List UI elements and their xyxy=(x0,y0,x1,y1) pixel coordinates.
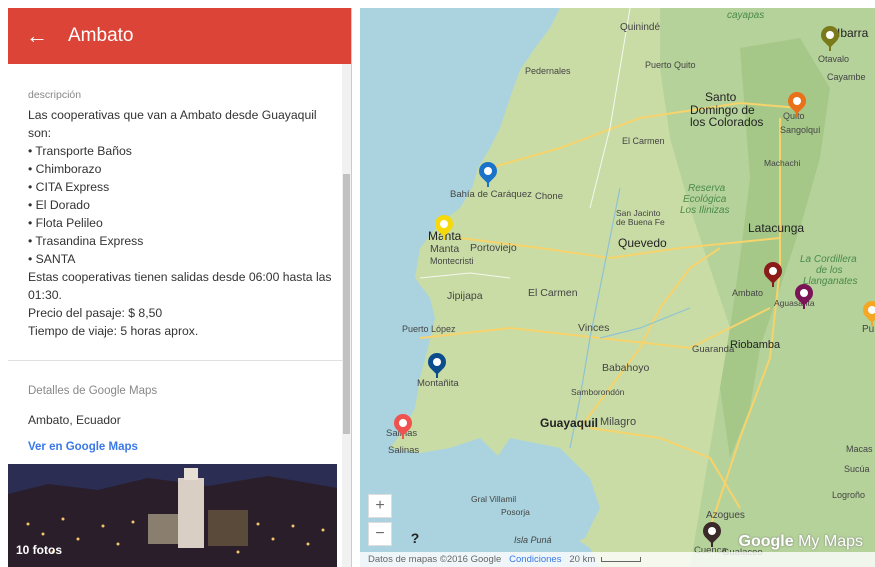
zoom-out-button[interactable]: − xyxy=(368,522,392,546)
help-button[interactable]: ? xyxy=(404,527,426,549)
map-label-ibarra: Ibarra xyxy=(837,26,869,40)
description-line: • Trasandina Express xyxy=(28,234,144,248)
map-scale: 20 km xyxy=(569,554,596,565)
top-bar xyxy=(0,0,875,8)
map-pin-manta[interactable] xyxy=(431,211,457,241)
map-label-quevedo: Quevedo xyxy=(618,236,667,250)
map-label-isla-puna: Isla Puná xyxy=(514,535,552,545)
map-canvas[interactable]: Quinindé Pedernales Puerto Quito Santo D… xyxy=(360,8,875,567)
description-line: Estas cooperativas tienen salidas desde … xyxy=(28,270,332,284)
map-label-el-carmen-south: El Carmen xyxy=(528,287,578,299)
map-label-otavalo: Otavalo xyxy=(818,54,850,64)
map-label-reserva-3: Los Ilinizas xyxy=(680,205,730,216)
map-label-logrono: Logroño xyxy=(832,490,866,500)
map-pin-bahia[interactable] xyxy=(475,158,501,188)
description-line: • Chimborazo xyxy=(28,162,102,176)
map-label-bahia: Bahía de Caráquez xyxy=(450,189,532,200)
map-pin-quito[interactable] xyxy=(784,88,810,118)
map-label-santo-domingo-1: Santo xyxy=(705,90,737,104)
map-label-milagro: Milagro xyxy=(600,416,637,428)
back-arrow-icon[interactable]: ← xyxy=(26,24,50,48)
description-line: son: xyxy=(28,126,52,140)
map-label-guaranda: Guaranda xyxy=(692,344,735,355)
map-label-montecristi: Montecristi xyxy=(430,256,474,266)
map-pin-cuenca[interactable] xyxy=(699,518,725,548)
map-label-guayaquil: Guayaquil xyxy=(540,416,599,430)
map-label-ambato: Ambato xyxy=(732,288,764,298)
place-title: Ambato xyxy=(68,25,134,46)
map-label-manta-small: Manta xyxy=(430,243,460,255)
map-label-chone: Chone xyxy=(535,191,563,202)
map-pin-salinas[interactable] xyxy=(390,410,416,440)
description-line: • SANTA xyxy=(28,252,76,266)
photo-count: 10 fotos xyxy=(16,543,63,557)
details-label: Detalles de Google Maps xyxy=(28,385,158,397)
description-line: • Transporte Baños xyxy=(28,144,132,158)
map-label-puerto-lopez: Puerto López xyxy=(402,324,456,334)
map-label-quininde: Quinindé xyxy=(620,22,661,33)
map-pin-puyo[interactable] xyxy=(859,297,875,327)
view-in-google-maps-link[interactable]: Ver en Google Maps xyxy=(28,441,157,453)
map-label-azogues: Azogues xyxy=(706,510,745,521)
map-label-sangolqui: Sangolquí xyxy=(780,125,821,135)
panel-scrollbar[interactable] xyxy=(342,64,351,567)
panel-header: ← Ambato xyxy=(8,8,351,64)
scale-bar xyxy=(600,556,641,562)
map-label-santo-domingo-3: los Colorados xyxy=(690,115,764,129)
map-label-macas: Macas xyxy=(846,444,873,454)
map-pin-ambato-selected[interactable] xyxy=(760,258,786,288)
map-data-attribution: Datos de mapas ©2016 Google xyxy=(368,554,502,565)
terms-link[interactable]: Condiciones xyxy=(509,554,561,565)
map-label-vinces: Vinces xyxy=(578,322,610,334)
map-label-posorja: Posorja xyxy=(501,507,530,517)
map-label-montanita: Montañita xyxy=(417,378,459,389)
description-line: 01:30. xyxy=(28,288,62,302)
description-line: Tiempo de viaje: 5 horas aprox. xyxy=(28,324,199,338)
description-line: • El Dorado xyxy=(28,198,90,212)
map-footer: Datos de mapas ©2016 Google Condiciones … xyxy=(360,552,875,567)
app-root: ← Ambato descripción Las cooperativas qu… xyxy=(0,0,875,567)
section-divider xyxy=(8,360,343,361)
map-label-cordillera-2: de los xyxy=(816,265,843,276)
map-pin-montanita[interactable] xyxy=(424,349,450,379)
map-label-cayambe: Cayambe xyxy=(827,72,866,82)
map-label-puerto-quito: Puerto Quito xyxy=(645,60,696,70)
zoom-in-button[interactable]: + xyxy=(368,494,392,518)
description-label: descripción xyxy=(28,89,82,101)
map-label-jipijapa: Jipijapa xyxy=(447,290,483,302)
map-label-buena-fe: de Buena Fe xyxy=(616,217,665,227)
map-label-salinas: Salinas xyxy=(388,445,420,456)
description-section: descripción Las cooperativas que van a A… xyxy=(8,64,351,340)
description-line: Precio del pasaje: $ 8,50 xyxy=(28,306,163,320)
google-maps-details: Detalles de Google Maps Ambato, Ecuador … xyxy=(28,385,157,453)
map-pin-otavalo[interactable] xyxy=(817,22,843,52)
map-label-sucua: Sucúa xyxy=(844,464,870,474)
description-line: • Flota Pelileo xyxy=(28,216,103,230)
map-label-cordillera-1: La Cordillera xyxy=(800,254,857,265)
map-label-babahoyo: Babahoyo xyxy=(602,362,650,374)
map-label-reserva-1: Reserva xyxy=(688,183,726,194)
google-my-maps-logo: Google My Maps xyxy=(739,533,863,551)
map-label-portoviejo: Portoviejo xyxy=(470,242,517,254)
brand-google: Google xyxy=(738,533,794,550)
map-label-el-carmen-north: El Carmen xyxy=(622,136,665,146)
details-address: Ambato, Ecuador xyxy=(28,413,121,427)
map-pin-aguasanta[interactable] xyxy=(791,280,817,310)
map-label-gral-villamil: Gral Villamil xyxy=(471,494,517,504)
map-label-latacunga: Latacunga xyxy=(748,221,805,235)
map-label-cayapas: cayapas xyxy=(727,10,765,21)
map-label-samborondon: Samborondón xyxy=(571,387,625,397)
map-label-pedernales: Pedernales xyxy=(525,66,571,76)
scrollbar-thumb[interactable] xyxy=(343,174,350,434)
description-line: Las cooperativas que van a Ambato desde … xyxy=(28,108,317,122)
map-label-machachi: Machachi xyxy=(764,158,801,168)
photo-thumbnail[interactable]: 10 fotos xyxy=(8,464,337,567)
description-line: • CITA Express xyxy=(28,180,110,194)
brand-my-maps: My Maps xyxy=(798,533,863,550)
map-label-riobamba: Riobamba xyxy=(730,339,781,351)
map-label-reserva-2: Ecológica xyxy=(683,194,727,205)
